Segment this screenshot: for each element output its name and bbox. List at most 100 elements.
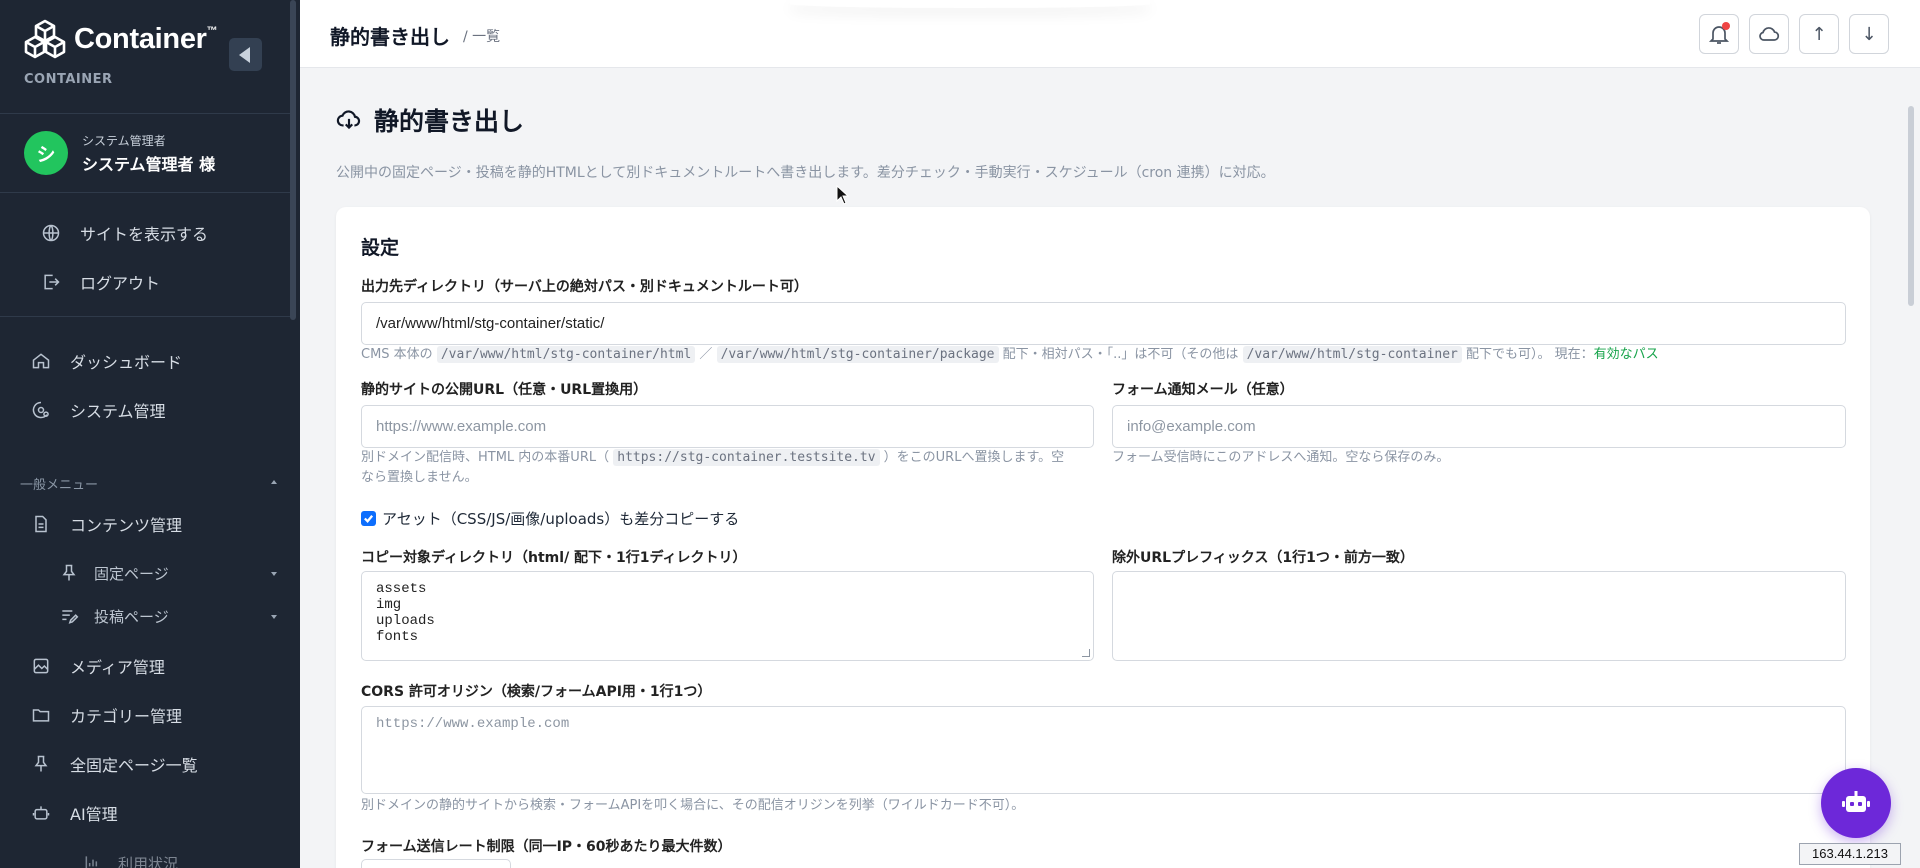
page-description: 公開中の固定ページ・投稿を静的HTMLとして別ドキュメントルートへ書き出します。… [336, 165, 1275, 181]
pin-icon [58, 562, 80, 584]
sidebar-item-content[interactable]: コンテンツ管理 [30, 509, 182, 539]
resize-handle[interactable] [1082, 649, 1090, 657]
sidebar-item-all-fixed[interactable]: 全固定ページ一覧 [30, 749, 198, 779]
breadcrumb[interactable]: / 一覧 [463, 26, 500, 46]
sidebar-item-label: コンテンツ管理 [70, 516, 183, 535]
check-icon [364, 515, 374, 523]
mouse-cursor-icon [836, 185, 850, 205]
output-dir-input[interactable]: /var/www/html/stg-container/static/ [361, 302, 1846, 345]
user-name: システム管理者 様 [82, 154, 216, 174]
cors-textarea[interactable]: https://www.example.com [361, 706, 1846, 794]
sidebar-item-posts[interactable]: 投稿ページ [58, 601, 169, 631]
sidebar-item-label: 全固定ページ一覧 [70, 756, 198, 775]
sidebar-item-fixed-pages[interactable]: 固定ページ [58, 558, 169, 588]
user-role: システム管理者 [82, 133, 166, 148]
sidebar-collapse-button[interactable] [229, 38, 262, 71]
sidebar-item-ai[interactable]: AI管理 [30, 798, 118, 828]
image-icon [30, 655, 52, 677]
page-title: 静的書き出し [330, 25, 450, 49]
output-dir-label: 出力先ディレクトリ（サーバ上の絶対パス・別ドキュメントルート可） [361, 279, 808, 295]
brand-subtitle: CONTAINER [24, 72, 113, 87]
logout-label: ログアウト [80, 274, 161, 293]
sidebar-item-category[interactable]: カテゴリー管理 [30, 700, 182, 730]
edit-list-icon [58, 605, 80, 627]
cloud-export-button[interactable] [1749, 14, 1789, 54]
main-scrollbar[interactable] [1908, 106, 1914, 306]
exclude-prefix-label: 除外URLプレフィックス（1行1つ・前方一致） [1112, 550, 1414, 566]
divider [0, 113, 290, 114]
sidebar: Container™ CONTAINER シ システム管理者 システム管理者 様… [0, 0, 300, 868]
user-profile[interactable]: シ システム管理者 システム管理者 様 [24, 131, 215, 175]
textarea-line: assets [376, 581, 427, 597]
code-path: /var/www/html/stg-container/html [436, 346, 696, 363]
folder-icon [30, 704, 52, 726]
section-label: 一般メニュー [20, 478, 99, 493]
arrow-down-icon: ↓ [1861, 23, 1877, 45]
robot-icon [30, 802, 52, 824]
notification-dot [1722, 22, 1730, 30]
card-title: 設定 [361, 237, 400, 259]
copy-assets-checkbox[interactable] [361, 511, 376, 526]
notify-mail-label: フォーム通知メール（任意） [1112, 382, 1294, 398]
chevron-down-icon[interactable] [271, 615, 277, 619]
textarea-line: fonts [376, 629, 419, 645]
sidebar-item-label: メディア管理 [70, 658, 165, 677]
cloud-icon [1759, 27, 1780, 41]
code-path: /var/www/html/stg-container [1242, 346, 1462, 363]
ai-assistant-button[interactable] [1821, 768, 1891, 838]
chevron-down-icon[interactable] [271, 572, 277, 576]
triangle-left-icon [238, 46, 250, 63]
trademark: ™ [206, 24, 218, 37]
copy-dirs-textarea[interactable]: assets img uploads fonts [361, 571, 1094, 661]
copy-assets-checkbox-row[interactable]: アセット（CSS/JS/画像/uploads）も差分コピーする [361, 508, 739, 529]
arrow-up-icon: ↑ [1811, 23, 1827, 45]
chevron-up-icon[interactable] [271, 480, 277, 484]
sidebar-item-media[interactable]: メディア管理 [30, 651, 165, 681]
textarea-line: img [376, 597, 402, 613]
public-url-label: 静的サイトの公開URL（任意・URL置換用） [361, 382, 648, 398]
popover-shadow [790, 0, 1150, 8]
output-dir-help: CMS 本体の /var/www/html/stg-container/html… [361, 346, 1659, 363]
sidebar-item-label: 固定ページ [94, 564, 169, 583]
public-url-input[interactable]: https://www.example.com [361, 405, 1094, 448]
cors-label: CORS 許可オリジン（検索/フォームAPI用・1行1つ） [361, 684, 712, 700]
divider [0, 316, 290, 317]
sidebar-item-label: AI管理 [70, 805, 118, 824]
public-url-help: 別ドメイン配信時、HTML 内の本番URL（ https://stg-conta… [361, 449, 1065, 485]
sidebar-item-label: システム管理 [70, 402, 166, 421]
code-path: /var/www/html/stg-container/package [716, 346, 999, 363]
rate-limit-label: フォーム送信レート制限（同一IP・60秒あたり最大件数） [361, 839, 732, 855]
copy-assets-label: アセット（CSS/JS/画像/uploads）も差分コピーする [382, 510, 740, 528]
topbar: 静的書き出し / 一覧 [300, 0, 1920, 68]
view-site-link[interactable]: サイトを表示する [40, 218, 208, 248]
rate-limit-input[interactable] [361, 859, 511, 868]
chart-icon [82, 852, 104, 868]
cors-help: 別ドメインの静的サイトから検索・フォームAPIを叩く場合に、その配信オリジンを列… [361, 798, 1025, 813]
notify-mail-input[interactable]: info@example.com [1112, 405, 1846, 448]
scroll-down-button[interactable]: ↓ [1849, 14, 1889, 54]
sidebar-scrollbar[interactable] [290, 0, 296, 320]
globe-icon [40, 222, 62, 244]
sidebar-item-label: ダッシュボード [70, 353, 183, 372]
brand[interactable]: Container™ [24, 18, 218, 60]
scroll-up-button[interactable]: ↑ [1799, 14, 1839, 54]
sidebar-item-system[interactable]: システム管理 [30, 395, 166, 425]
logout-link[interactable]: ログアウト [40, 267, 160, 297]
path-status: 有効なパス [1593, 347, 1659, 362]
home-icon [30, 350, 52, 372]
logout-icon [40, 271, 62, 293]
heading-text: 静的書き出し [374, 107, 525, 136]
notifications-button[interactable] [1699, 14, 1739, 54]
pin-icon [30, 753, 52, 775]
sidebar-item-dashboard[interactable]: ダッシュボード [30, 346, 182, 376]
sidebar-item-usage[interactable]: 利用状況 [82, 848, 178, 868]
textarea-line: uploads [376, 613, 435, 629]
view-site-label: サイトを表示する [80, 225, 209, 244]
logo-icon [24, 19, 66, 59]
ip-address-badge: 163.44.1.213 [1799, 843, 1901, 865]
settings-icon [30, 399, 52, 421]
avatar: シ [24, 131, 68, 175]
exclude-prefix-textarea[interactable] [1112, 571, 1846, 661]
brand-name: Container™ [74, 22, 218, 55]
code-url: https://stg-container.testsite.tv [613, 449, 880, 466]
